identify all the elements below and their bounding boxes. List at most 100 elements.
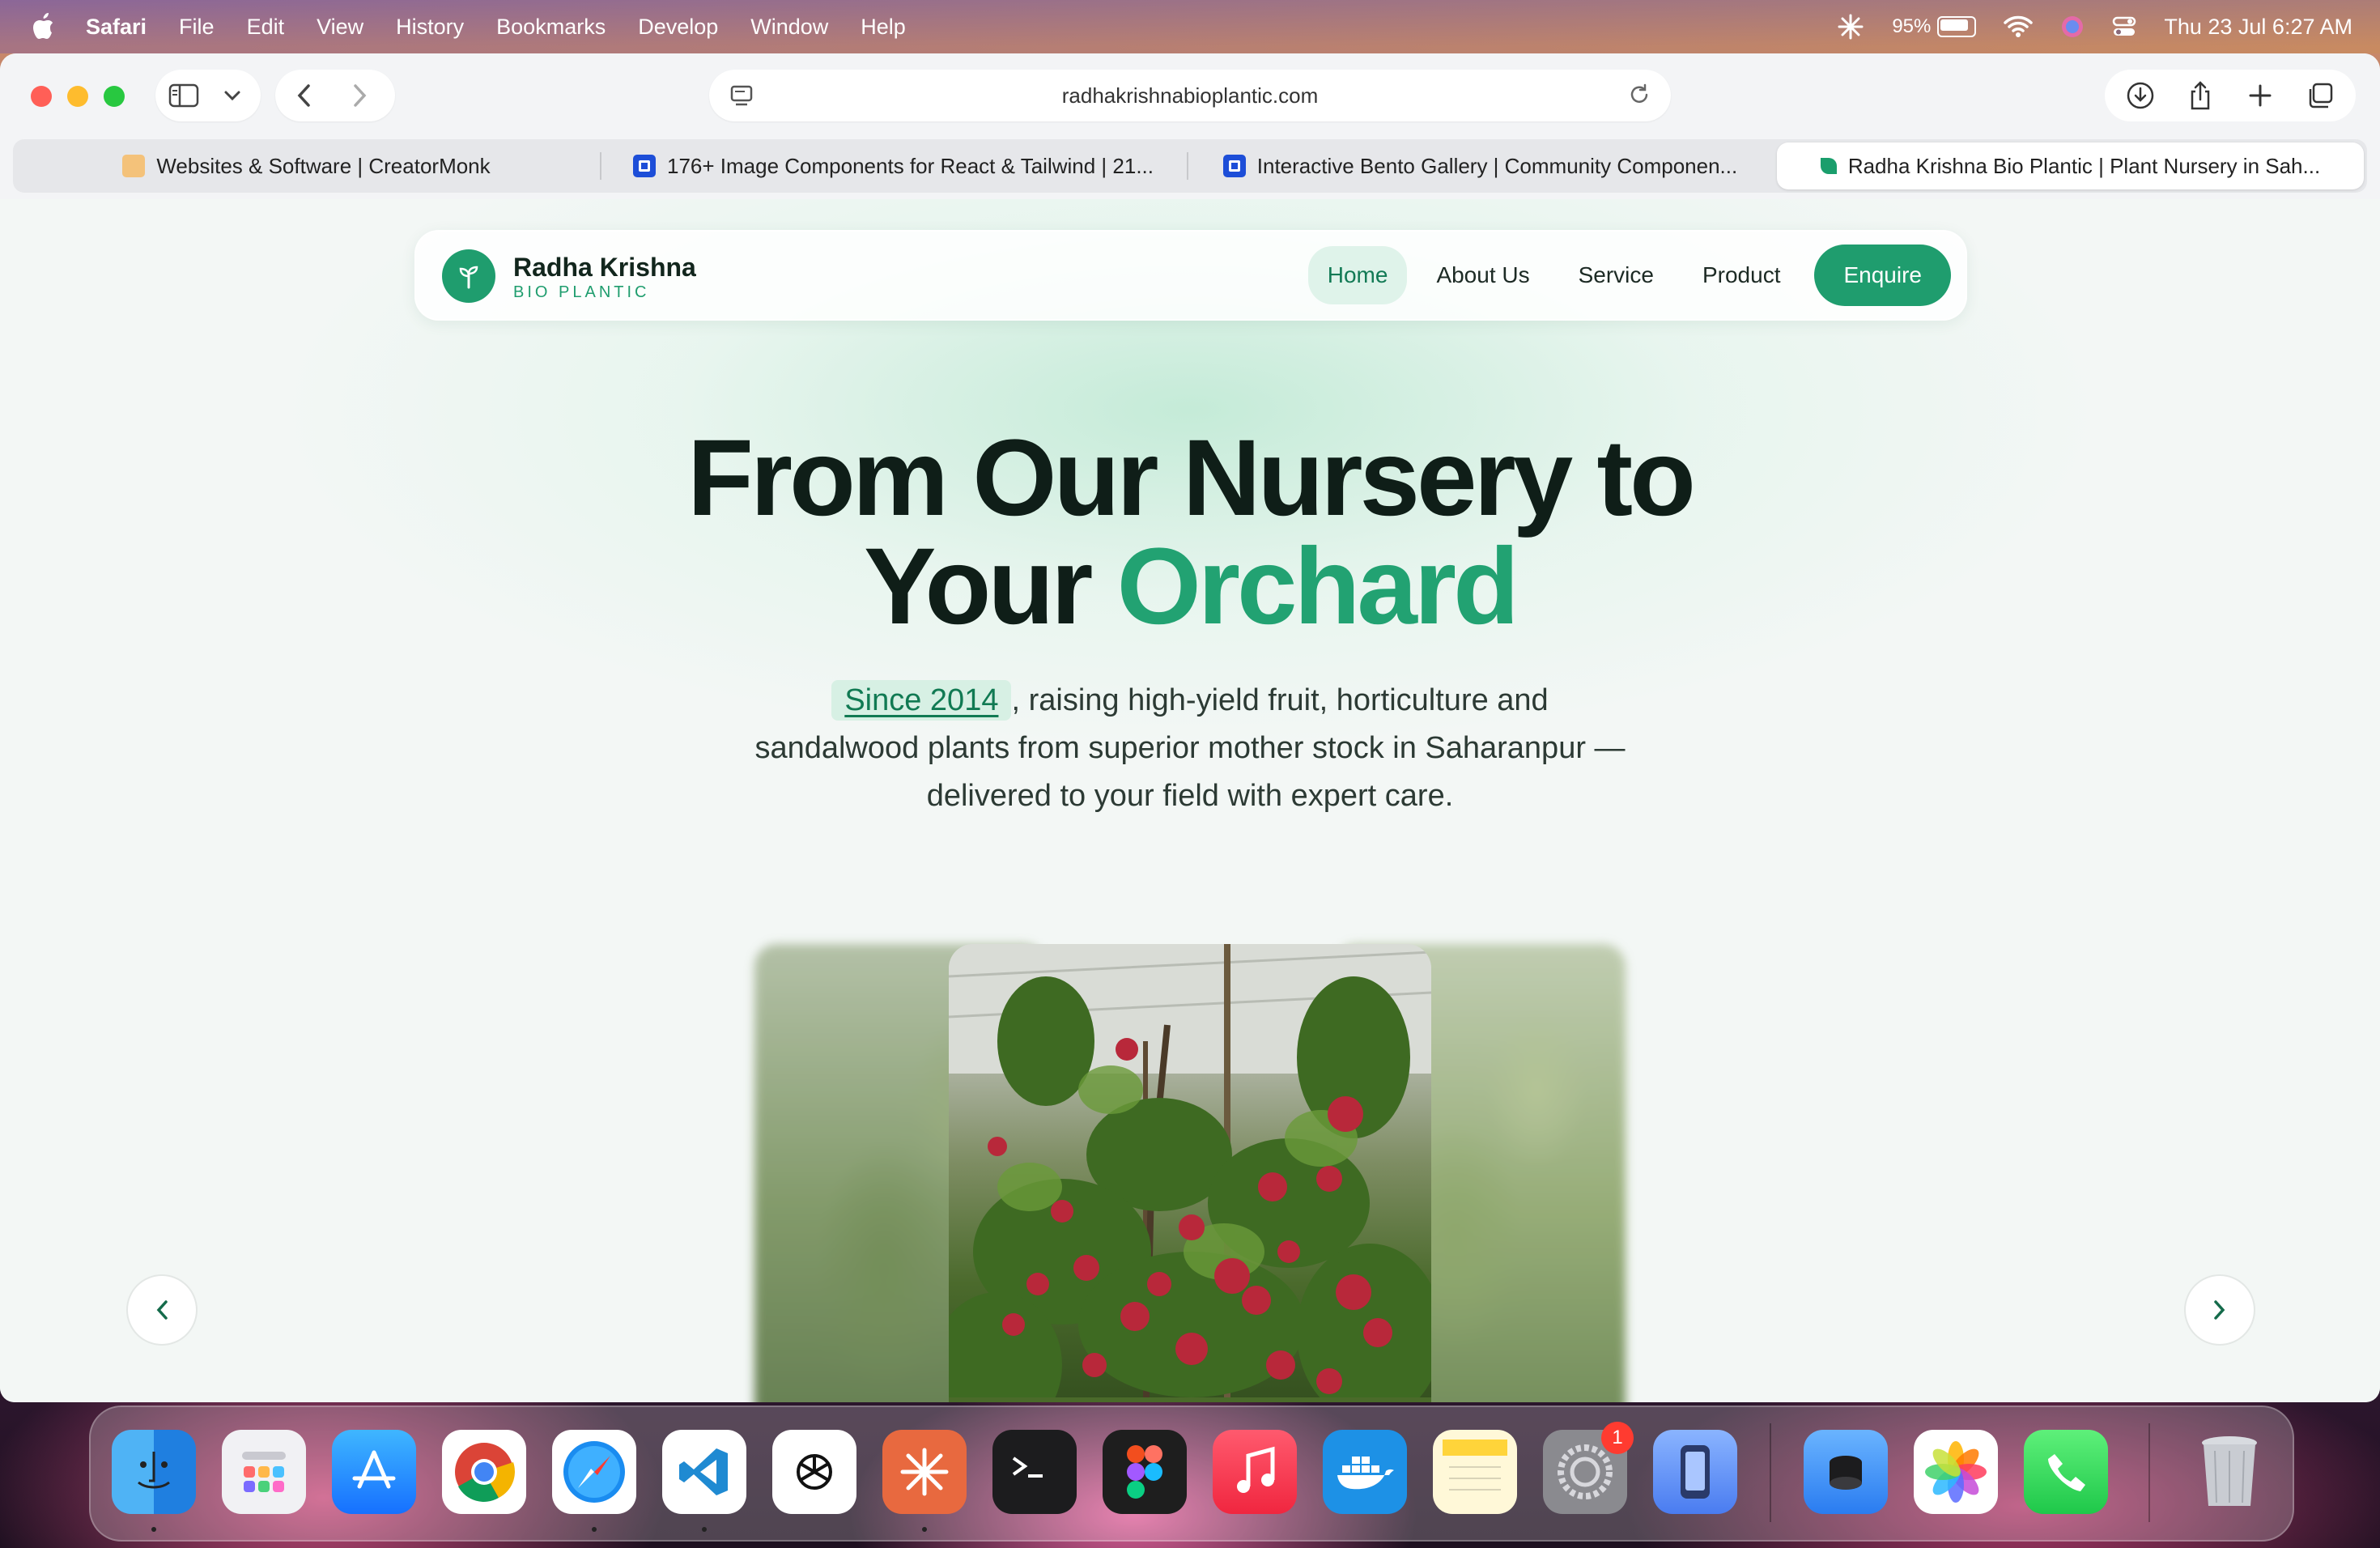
battery-percent: 95% bbox=[1892, 15, 1932, 37]
wifi-icon[interactable] bbox=[2004, 15, 2034, 38]
minimize-window-button[interactable] bbox=[67, 86, 88, 107]
hero-highlight: Orchard bbox=[1116, 526, 1519, 647]
running-indicator bbox=[592, 1527, 597, 1532]
tab-image-components[interactable]: 176+ Image Components for React & Tailwi… bbox=[600, 139, 1187, 193]
app-store-icon[interactable] bbox=[332, 1430, 416, 1514]
chrome-icon[interactable] bbox=[442, 1430, 526, 1514]
battery-icon bbox=[1937, 16, 1977, 37]
battery-status[interactable]: 95% bbox=[1892, 15, 1977, 38]
sidebar-icon[interactable] bbox=[155, 70, 212, 121]
nav-product[interactable]: Product bbox=[1683, 246, 1800, 304]
hero-sub-2: sandalwood plants from superior mother s… bbox=[754, 731, 1626, 765]
hero-subtitle: Since 2014, raising high-yield fruit, ho… bbox=[704, 677, 1676, 820]
address-bar[interactable]: radhakrishnabioplantic.com bbox=[709, 70, 1671, 121]
hero-sub-3: delivered to your field with expert care… bbox=[926, 779, 1454, 813]
siri-icon[interactable] bbox=[2060, 15, 2085, 39]
menu-edit[interactable]: Edit bbox=[247, 15, 285, 40]
hero-line-2: Your Orchard bbox=[0, 533, 2380, 641]
phone-icon[interactable] bbox=[2024, 1430, 2108, 1514]
enquire-button[interactable]: Enquire bbox=[1814, 245, 1951, 306]
menu-help[interactable]: Help bbox=[861, 15, 906, 40]
running-indicator bbox=[702, 1527, 707, 1532]
forward-arrow-icon[interactable] bbox=[332, 70, 389, 121]
nav-about-us[interactable]: About Us bbox=[1417, 246, 1549, 304]
zoom-window-button[interactable] bbox=[104, 86, 125, 107]
dock-separator bbox=[2148, 1423, 2150, 1522]
carousel-next-button[interactable] bbox=[2184, 1274, 2255, 1346]
sidebar-toggle-group bbox=[155, 70, 261, 121]
preview-icon[interactable] bbox=[1804, 1430, 1888, 1514]
tab-title: Radha Krishna Bio Plantic | Plant Nurser… bbox=[1847, 153, 2321, 178]
notification-badge: 1 bbox=[1601, 1422, 1634, 1454]
simulator-icon[interactable] bbox=[1653, 1430, 1737, 1514]
hero-line-2-a: Your bbox=[864, 526, 1117, 647]
dock-separator bbox=[1770, 1423, 1771, 1522]
menu-clock[interactable]: Thu 23 Jul 6:27 AM bbox=[2164, 15, 2352, 40]
creatormonk-icon bbox=[122, 155, 146, 177]
figma-icon[interactable] bbox=[1103, 1430, 1187, 1514]
terminal-icon[interactable] bbox=[992, 1430, 1077, 1514]
site-navbar: Radha Krishna BIO PLANTIC Home About Us … bbox=[414, 230, 1967, 321]
menu-bookmarks[interactable]: Bookmarks bbox=[496, 15, 606, 40]
chevron-right-icon bbox=[2214, 1300, 2225, 1320]
carousel-slide-active[interactable] bbox=[949, 944, 1431, 1402]
nav-home[interactable]: Home bbox=[1307, 246, 1408, 304]
menu-bar: Safari File Edit View History Bookmarks … bbox=[0, 0, 2380, 53]
menu-window[interactable]: Window bbox=[750, 15, 828, 40]
menu-history[interactable]: History bbox=[396, 15, 464, 40]
music-icon[interactable] bbox=[1213, 1430, 1297, 1514]
carousel-prev-button[interactable] bbox=[126, 1274, 198, 1346]
sparkle-status-icon[interactable] bbox=[1837, 13, 1864, 40]
brand-name[interactable]: Radha Krishna bbox=[513, 253, 696, 283]
claude-icon[interactable] bbox=[882, 1430, 967, 1514]
apple-orchard-image bbox=[949, 944, 1431, 1402]
share-icon[interactable] bbox=[2173, 70, 2228, 121]
nav-buttons-group bbox=[275, 70, 395, 121]
hero-heading: From Our Nursery to Your Orchard bbox=[0, 424, 2380, 641]
docker-icon[interactable] bbox=[1323, 1430, 1407, 1514]
menu-app-name[interactable]: Safari bbox=[86, 15, 147, 40]
chevron-left-icon bbox=[156, 1300, 168, 1320]
back-arrow-icon[interactable] bbox=[275, 70, 332, 121]
tab-bar: Websites & Software | CreatorMonk 176+ I… bbox=[13, 139, 2367, 193]
21st-icon bbox=[633, 155, 656, 177]
tab-overview-icon[interactable] bbox=[2293, 70, 2348, 121]
new-tab-icon[interactable] bbox=[2233, 70, 2288, 121]
page-menu-icon[interactable] bbox=[730, 84, 753, 107]
notes-icon[interactable] bbox=[1433, 1430, 1517, 1514]
21st-icon bbox=[1222, 155, 1246, 177]
sprout-logo-icon[interactable] bbox=[442, 249, 495, 303]
photos-icon[interactable] bbox=[1914, 1430, 1998, 1514]
reload-icon[interactable] bbox=[1627, 83, 1651, 107]
hero-line-1: From Our Nursery to bbox=[687, 418, 1696, 538]
trash-icon[interactable] bbox=[2187, 1430, 2272, 1514]
safari-icon[interactable] bbox=[552, 1430, 636, 1514]
tab-bento-gallery[interactable]: Interactive Bento Gallery | Community Co… bbox=[1187, 139, 1774, 193]
tab-title: Websites & Software | CreatorMonk bbox=[156, 153, 491, 178]
finder-icon[interactable] bbox=[112, 1430, 196, 1514]
leaf-icon bbox=[1820, 158, 1837, 174]
tab-creatormonk[interactable]: Websites & Software | CreatorMonk bbox=[13, 139, 600, 193]
brand-subtitle: BIO PLANTIC bbox=[513, 283, 650, 301]
control-center-icon[interactable] bbox=[2112, 15, 2136, 39]
menu-develop[interactable]: Develop bbox=[638, 15, 718, 40]
page-viewport: Radha Krishna BIO PLANTIC Home About Us … bbox=[0, 199, 2380, 1402]
close-window-button[interactable] bbox=[31, 86, 52, 107]
menu-view[interactable]: View bbox=[317, 15, 363, 40]
toolbar-right-group bbox=[2105, 70, 2356, 121]
browser-toolbar: radhakrishnabioplantic.com bbox=[0, 53, 2380, 139]
vscode-icon[interactable] bbox=[662, 1430, 746, 1514]
dock: 1 bbox=[89, 1406, 2294, 1542]
chevron-down-icon[interactable] bbox=[212, 70, 253, 121]
launchpad-icon[interactable] bbox=[222, 1430, 306, 1514]
nav-service[interactable]: Service bbox=[1559, 246, 1673, 304]
tab-title: Interactive Bento Gallery | Community Co… bbox=[1256, 153, 1738, 178]
apple-icon[interactable] bbox=[31, 13, 55, 40]
tab-radha-krishna[interactable]: Radha Krishna Bio Plantic | Plant Nurser… bbox=[1777, 142, 2364, 189]
system-settings-icon[interactable]: 1 bbox=[1543, 1422, 1634, 1514]
tab-title: 176+ Image Components for React & Tailwi… bbox=[667, 153, 1154, 178]
menu-file[interactable]: File bbox=[179, 15, 215, 40]
downloads-icon[interactable] bbox=[2113, 70, 2168, 121]
running-indicator bbox=[922, 1527, 927, 1532]
chatgpt-icon[interactable] bbox=[772, 1430, 856, 1514]
